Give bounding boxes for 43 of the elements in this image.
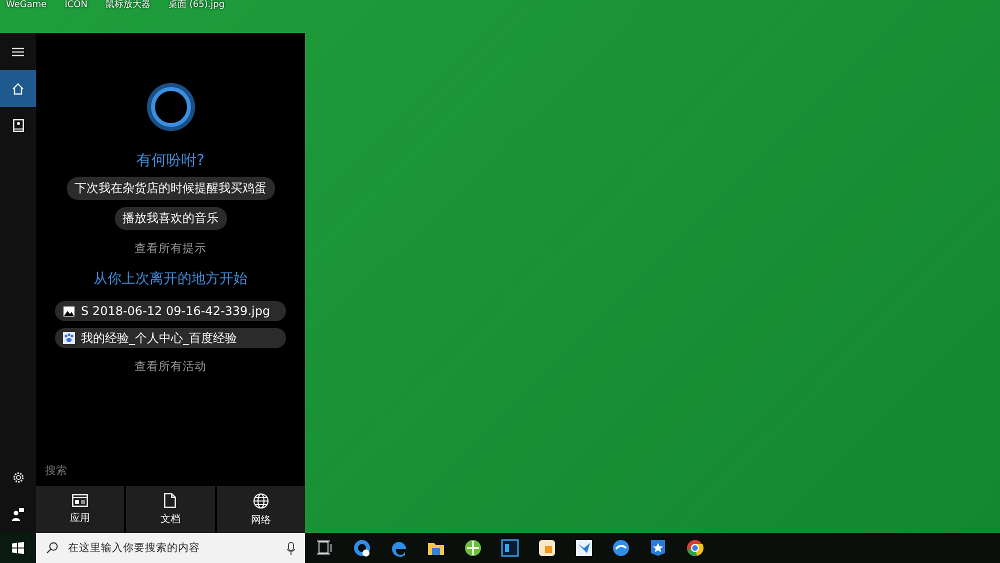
desktop-icon-label[interactable]: ICON — [64, 0, 88, 11]
search-icon — [46, 542, 58, 554]
section-heading: 从你上次离开的地方开始 — [94, 270, 248, 288]
taskbar-app-button[interactable] — [500, 538, 520, 558]
taskbar-app-button[interactable] — [352, 538, 372, 558]
suggestion-chip[interactable]: 下次我在杂货店的时候提醒我买鸡蛋 — [66, 177, 274, 200]
see-all-tips-link[interactable]: 查看所有提示 — [134, 241, 206, 256]
cortana-prompt: 有何吩咐? — [136, 151, 204, 170]
settings-icon — [12, 471, 24, 484]
home-tab[interactable] — [0, 70, 36, 107]
taskbar-app-button[interactable] — [685, 538, 705, 558]
taskbar-app-button[interactable] — [574, 538, 594, 558]
square-app-icon — [500, 538, 520, 558]
suggestion-chip[interactable]: 播放我喜欢的音乐 — [114, 207, 226, 230]
cortana-ring-icon — [146, 83, 194, 131]
image-icon — [63, 306, 75, 316]
taskbar-app-button[interactable] — [648, 538, 668, 558]
start-button[interactable] — [0, 533, 36, 563]
recent-item[interactable]: 我的经验_个人中心_百度经验 — [55, 328, 286, 348]
document-icon — [164, 493, 176, 508]
see-all-activity-link[interactable]: 查看所有活动 — [134, 359, 206, 374]
person-icon — [12, 508, 24, 521]
search-input[interactable]: 在这里输入你要搜索的内容 — [66, 541, 279, 555]
filter-button[interactable]: 网络 — [216, 486, 305, 533]
notebook-icon — [12, 119, 24, 132]
bird-icon — [574, 538, 594, 558]
taskbar-app-button[interactable] — [537, 538, 557, 558]
windows-logo-icon — [12, 542, 24, 554]
recent-item[interactable]: S 2018-06-12 09-16-42-339.jpg — [55, 301, 286, 321]
menu-icon — [12, 46, 24, 56]
taskbar-search-bar[interactable]: 在这里输入你要搜索的内容 — [36, 533, 305, 563]
app-window-icon — [72, 494, 88, 507]
circle-app-icon — [352, 538, 372, 558]
tile-app-icon — [537, 538, 557, 558]
filter-button[interactable]: 应用 — [36, 486, 124, 533]
microphone-icon — [287, 542, 295, 554]
star-badge-icon — [648, 538, 668, 558]
globe-icon — [252, 492, 269, 508]
home-icon — [12, 82, 24, 94]
chrome-browser-icon — [685, 538, 705, 558]
filter-button[interactable]: 文档 — [126, 486, 215, 533]
paw-icon — [63, 332, 75, 344]
search-label: 搜索 — [45, 463, 67, 478]
